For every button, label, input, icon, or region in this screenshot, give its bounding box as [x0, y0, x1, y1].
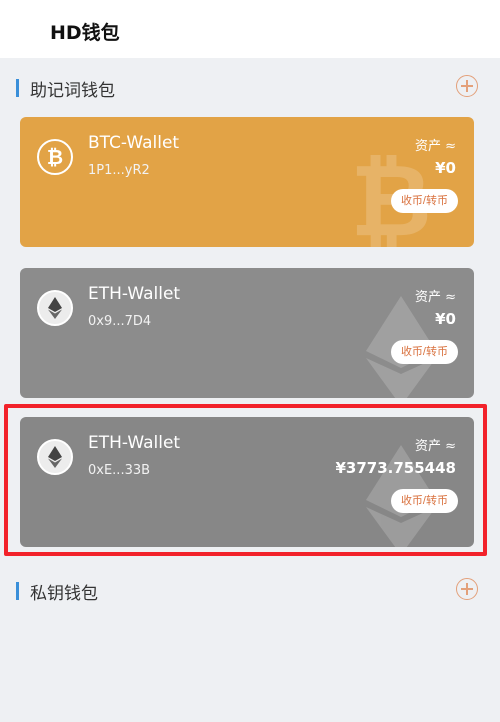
receive-transfer-button[interactable]: 收币/转币	[390, 340, 458, 364]
asset-value: ¥0	[435, 310, 456, 328]
wallet-address: 1P1...yR2	[88, 163, 150, 178]
section-mnemonic-wallets: 助记词钱包	[16, 75, 486, 102]
section-title-mnemonic: 助记词钱包	[30, 81, 115, 101]
section-private-key-wallets: 私钥钱包	[16, 578, 486, 605]
ethereum-icon	[37, 290, 73, 326]
wallet-address: 0x9...7D4	[88, 314, 152, 329]
section-accent-bar	[16, 582, 19, 600]
receive-transfer-button[interactable]: 收币/转币	[390, 189, 458, 213]
add-mnemonic-wallet-button[interactable]	[456, 75, 478, 97]
app-header: HD钱包	[0, 0, 500, 58]
asset-value: ¥0	[435, 159, 456, 177]
asset-label: 资产 ≈	[414, 139, 456, 154]
wallet-name: ETH-Wallet	[88, 284, 181, 304]
wallet-card-btc[interactable]: ₿ ₿ BTC-Wallet 1P1...yR2 资产 ≈ ¥0 收币/转币	[20, 117, 474, 247]
wallet-name: BTC-Wallet	[88, 133, 180, 153]
highlight-annotation-box	[4, 404, 487, 556]
asset-label: 资产 ≈	[414, 290, 456, 305]
add-private-key-wallet-button[interactable]	[456, 578, 478, 600]
bitcoin-icon: ₿	[37, 139, 73, 175]
section-title-private-key: 私钥钱包	[30, 584, 98, 604]
wallet-card-eth[interactable]: ETH-Wallet 0x9...7D4 资产 ≈ ¥0 收币/转币	[20, 268, 474, 398]
svg-text:₿: ₿	[47, 145, 63, 169]
page-title: HD钱包	[50, 22, 120, 44]
section-accent-bar	[16, 79, 19, 97]
